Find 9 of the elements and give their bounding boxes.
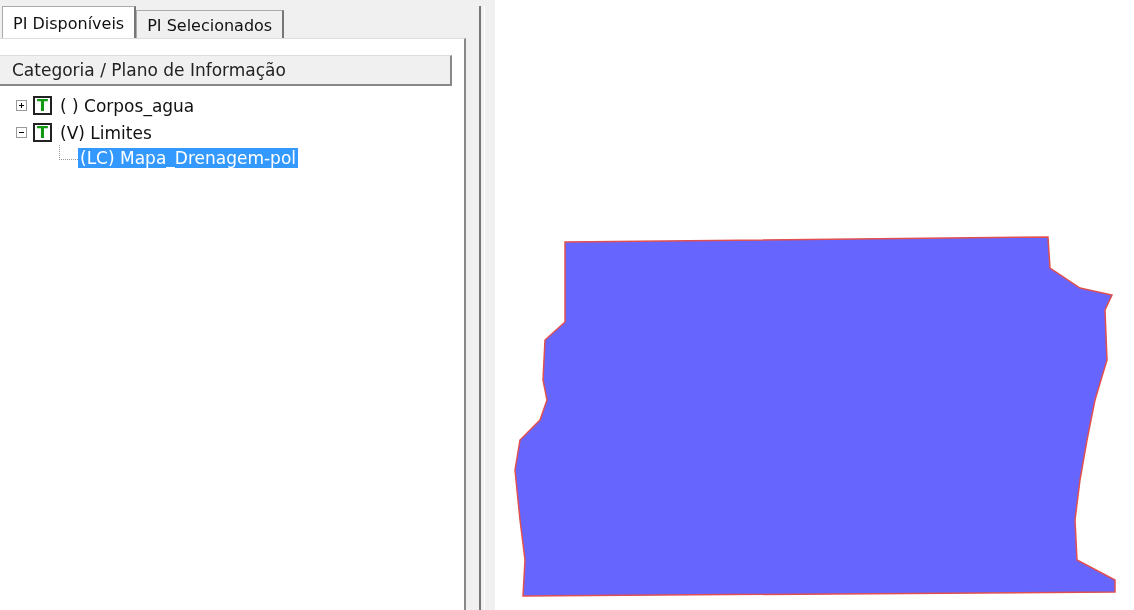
tree-item[interactable]: ( ) Corpos_agua (58, 95, 197, 116)
layer-type-badge: T (33, 123, 52, 142)
tab[interactable]: PI Selecionados (136, 10, 285, 40)
tree-item[interactable]: (V) Limites (58, 122, 154, 143)
collapse-icon[interactable] (16, 127, 27, 138)
layer-type-badge: T (33, 96, 52, 115)
tab[interactable]: PI Disponíveis (2, 6, 137, 40)
expand-icon[interactable] (16, 100, 27, 111)
column-header[interactable]: Categoria / Plano de Informação (0, 55, 452, 86)
